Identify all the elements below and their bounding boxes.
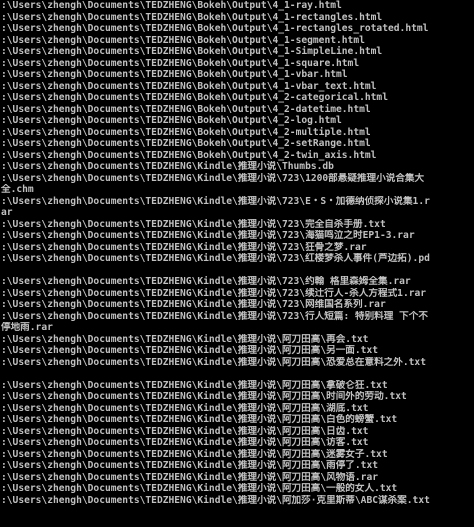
console-line: :\Users\zhengh\Documents\TEDZHENG\Kindle… [1,161,334,172]
console-line: :\Users\zhengh\Documents\TEDZHENG\Bokeh\… [1,149,377,161]
console-line: :\Users\zhengh\Documents\TEDZHENG\Kindle… [1,241,367,253]
console-line: :\Users\zhengh\Documents\TEDZHENG\Kindle… [1,299,386,310]
console-line: ar [1,207,13,218]
console-line: :\Users\zhengh\Documents\TEDZHENG\Bokeh\… [1,46,383,57]
console-line: :\Users\zhengh\Documents\TEDZHENG\Bokeh\… [1,126,371,138]
console-line: :\Users\zhengh\Documents\TEDZHENG\Kindle… [1,195,430,207]
console-line: :\Users\zhengh\Documents\TEDZHENG\Bokeh\… [1,80,377,92]
console-line: 停地雨.rar [1,322,53,333]
console-line: :\Users\zhengh\Documents\TEDZHENG\Bokeh\… [1,23,429,34]
console-output[interactable]: :\Users\zhengh\Documents\TEDZHENG\Bokeh\… [0,0,474,527]
console-line: :\Users\zhengh\Documents\TEDZHENG\Kindle… [1,253,430,264]
console-line: :\Users\zhengh\Documents\TEDZHENG\Kindle… [1,448,388,460]
console-line: :\Users\zhengh\Documents\TEDZHENG\Kindle… [1,333,369,345]
console-line: :\Users\zhengh\Documents\TEDZHENG\Kindle… [1,345,378,356]
console-line: :\Users\zhengh\Documents\TEDZHENG\Kindle… [1,494,430,506]
console-line: :\Users\zhengh\Documents\TEDZHENG\Kindle… [1,460,378,471]
console-line: :\Users\zhengh\Documents\TEDZHENG\Bokeh\… [1,57,360,69]
console-line: :\Users\zhengh\Documents\TEDZHENG\Kindle… [1,425,369,437]
console-line: 全.chm [1,184,34,195]
console-line: :\Users\zhengh\Documents\TEDZHENG\Kindle… [1,483,398,494]
console-line: :\Users\zhengh\Documents\TEDZHENG\Kindle… [1,471,378,483]
console-line: :\Users\zhengh\Documents\TEDZHENG\Bokeh\… [1,34,365,46]
console-line: :\Users\zhengh\Documents\TEDZHENG\Bokeh\… [1,0,342,11]
console-line: :\Users\zhengh\Documents\TEDZHENG\Kindle… [1,402,369,414]
console-line: :\Users\zhengh\Documents\TEDZHENG\Kindle… [1,287,427,299]
console-line: :\Users\zhengh\Documents\TEDZHENG\Kindle… [1,172,425,184]
console-line: :\Users\zhengh\Documents\TEDZHENG\Kindle… [1,356,426,368]
console-line: :\Users\zhengh\Documents\TEDZHENG\Bokeh\… [1,103,371,115]
console-line: :\Users\zhengh\Documents\TEDZHENG\Kindle… [1,230,415,241]
console-line: :\Users\zhengh\Documents\TEDZHENG\Kindle… [1,437,369,448]
console-line: :\Users\zhengh\Documents\TEDZHENG\Bokeh\… [1,115,342,126]
console-line: :\Users\zhengh\Documents\TEDZHENG\Bokeh\… [1,138,371,149]
console-line: :\Users\zhengh\Documents\TEDZHENG\Kindle… [1,379,388,391]
console-line: :\Users\zhengh\Documents\TEDZHENG\Bokeh\… [1,92,388,103]
console-line: :\Users\zhengh\Documents\TEDZHENG\Kindle… [1,391,407,402]
console-line: :\Users\zhengh\Documents\TEDZHENG\Bokeh\… [1,11,383,23]
console-line: :\Users\zhengh\Documents\TEDZHENG\Kindle… [1,414,398,425]
console-line: :\Users\zhengh\Documents\TEDZHENG\Bokeh\… [1,69,348,80]
console-line: :\Users\zhengh\Documents\TEDZHENG\Kindle… [1,218,386,230]
console-line: :\Users\zhengh\Documents\TEDZHENG\Kindle… [1,310,428,322]
console-line: :\Users\zhengh\Documents\TEDZHENG\Kindle… [1,276,411,287]
